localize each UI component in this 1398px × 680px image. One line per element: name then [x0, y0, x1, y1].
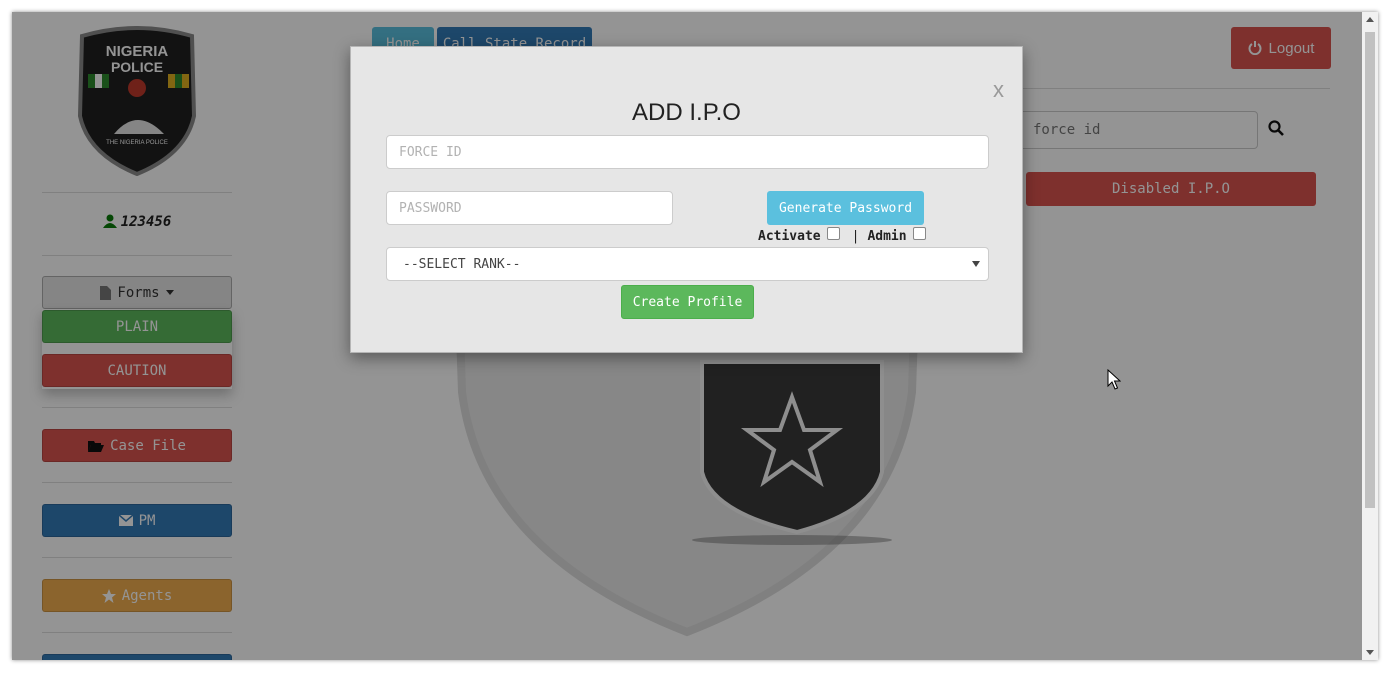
scroll-up-arrow-icon[interactable] [1366, 17, 1374, 22]
admin-checkbox[interactable] [912, 227, 926, 240]
force-id-field[interactable] [386, 135, 989, 169]
mouse-cursor-icon [1107, 369, 1121, 390]
browser-window: NIGERIA POLICE THE NIGERIA POLICE 123456… [12, 12, 1378, 660]
select-arrow-icon [972, 261, 980, 267]
activate-checkbox[interactable] [826, 227, 840, 240]
permission-checkboxes: Activate | Admin [758, 227, 934, 246]
generate-password-label: Generate Password [778, 200, 913, 216]
admin-label: Admin [867, 229, 907, 244]
password-field[interactable] [386, 191, 673, 225]
generate-password-button[interactable]: Generate Password [767, 191, 924, 225]
checkbox-separator: | [851, 229, 860, 244]
modal-title: ADD I.P.O [632, 99, 741, 126]
activate-label: Activate [758, 229, 821, 244]
rank-select[interactable]: --SELECT RANK-- [386, 247, 989, 281]
page: NIGERIA POLICE THE NIGERIA POLICE 123456… [12, 12, 1362, 660]
vertical-scrollbar[interactable] [1362, 12, 1378, 660]
scroll-down-arrow-icon[interactable] [1366, 650, 1374, 655]
add-ipo-modal: x ADD I.P.O Generate Password Activate |… [350, 46, 1023, 353]
rank-select-value: --SELECT RANK-- [403, 256, 521, 272]
scrollbar-thumb[interactable] [1365, 32, 1375, 508]
create-profile-label: Create Profile [632, 294, 743, 310]
create-profile-button[interactable]: Create Profile [621, 285, 754, 319]
